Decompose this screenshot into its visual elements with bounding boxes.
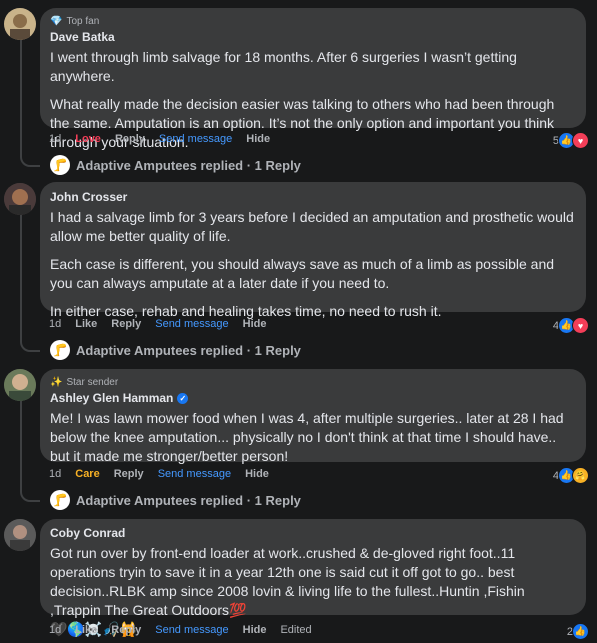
page-avatar-icon: 🦵	[50, 155, 70, 175]
commenter-name[interactable]: John Crosser	[50, 190, 575, 204]
care-button[interactable]: Care	[75, 468, 99, 480]
like-button[interactable]: Like	[75, 624, 97, 636]
reaction-summary[interactable]: 4 👍 🤗	[553, 467, 589, 484]
care-icon: 🤗	[572, 467, 589, 484]
timestamp[interactable]: 1d	[49, 624, 61, 636]
reply-summary[interactable]: 🦵 Adaptive Amputees replied · 1 Reply	[50, 155, 301, 175]
reaction-summary[interactable]: 2 👍	[567, 623, 589, 640]
thread-line	[20, 401, 22, 482]
comment-text: Got run over by front-end loader at work…	[50, 545, 525, 618]
like-button[interactable]: Like	[75, 318, 97, 330]
comment-text: I had a salvage limb for 3 years before …	[50, 209, 574, 244]
reply-summary-label: Adaptive Amputees replied · 1 Reply	[76, 342, 301, 358]
send-message-button[interactable]: Send message	[155, 318, 228, 330]
comment-text: Me! I was lawn mower food when I was 4, …	[50, 410, 564, 464]
heart-icon: ♥	[572, 317, 589, 334]
comment-bubble: 💎 Top fan Dave Batka I went through limb…	[40, 8, 586, 150]
commenter-name[interactable]: Dave Batka	[50, 30, 575, 44]
avatar-image	[4, 369, 36, 401]
avatar-image	[4, 519, 36, 551]
diamond-icon: 💎	[50, 16, 63, 27]
like-icon: 👍	[572, 623, 589, 640]
thread-line	[20, 215, 22, 333]
comment-text: I went through limb salvage for 18 month…	[50, 49, 517, 84]
timestamp[interactable]: 1d	[49, 318, 61, 330]
commenter-name[interactable]: Coby Conrad	[50, 526, 575, 540]
reply-summary-label: Adaptive Amputees replied · 1 Reply	[76, 157, 301, 173]
reply-button[interactable]: Reply	[114, 468, 144, 480]
page-avatar-icon: 🦵	[50, 340, 70, 360]
reply-summary[interactable]: 🦵 Adaptive Amputees replied · 1 Reply	[50, 490, 301, 510]
thread-line	[20, 40, 22, 148]
comment-actions: 1d Like Reply Send message Hide	[49, 318, 280, 330]
star-sender-badge: ✨ Star sender	[50, 376, 575, 389]
love-button[interactable]: Love	[75, 133, 101, 145]
avatar[interactable]	[4, 519, 36, 551]
hide-button[interactable]: Hide	[243, 624, 267, 636]
comment-bubble: John Crosser I had a salvage limb for 3 …	[40, 182, 586, 319]
timestamp[interactable]: 1d	[49, 468, 61, 480]
heart-icon: ♥	[572, 132, 589, 149]
avatar[interactable]	[4, 369, 36, 401]
reply-summary-label: Adaptive Amputees replied · 1 Reply	[76, 492, 301, 508]
page-avatar-icon: 🦵	[50, 490, 70, 510]
edited-label[interactable]: Edited	[280, 624, 311, 636]
comment-bubble: ✨ Star sender Ashley Glen Hamman ✓ Me! I…	[40, 369, 586, 464]
reply-button[interactable]: Reply	[111, 624, 141, 636]
avatar-image	[4, 183, 36, 215]
verified-icon: ✓	[177, 392, 189, 404]
reaction-summary[interactable]: 5 👍 ♥	[553, 132, 589, 149]
send-message-button[interactable]: Send message	[159, 133, 232, 145]
commenter-name[interactable]: Ashley Glen Hamman ✓	[50, 391, 575, 405]
send-message-button[interactable]: Send message	[155, 624, 228, 636]
badge-label: Star sender	[66, 377, 119, 388]
thread-connector	[20, 481, 40, 502]
thread-connector	[20, 331, 40, 352]
comment-actions: 1d Care Reply Send message Hide	[49, 468, 283, 480]
thread-connector	[20, 146, 40, 167]
hide-button[interactable]: Hide	[246, 133, 270, 145]
avatar[interactable]	[4, 183, 36, 215]
avatar[interactable]	[4, 8, 36, 40]
comment-bubble: Coby Conrad Got run over by front-end lo…	[40, 519, 586, 637]
send-message-button[interactable]: Send message	[158, 468, 231, 480]
comment-actions: 1d Like Reply Send message Hide Edited	[49, 624, 326, 636]
comment-actions: 1d Love Reply Send message Hide	[49, 133, 284, 145]
reply-summary[interactable]: 🦵 Adaptive Amputees replied · 1 Reply	[50, 340, 301, 360]
comment-text: Each case is different, you should alway…	[50, 256, 555, 291]
badge-label: Top fan	[66, 16, 100, 27]
reaction-summary[interactable]: 4 👍 ♥	[553, 317, 589, 334]
top-fan-badge: 💎 Top fan	[50, 15, 575, 28]
reply-button[interactable]: Reply	[111, 318, 141, 330]
hide-button[interactable]: Hide	[245, 468, 269, 480]
avatar-image	[4, 8, 36, 40]
hide-button[interactable]: Hide	[243, 318, 267, 330]
star-icon: ✨	[50, 377, 63, 388]
reply-button[interactable]: Reply	[115, 133, 145, 145]
timestamp[interactable]: 1d	[49, 133, 61, 145]
